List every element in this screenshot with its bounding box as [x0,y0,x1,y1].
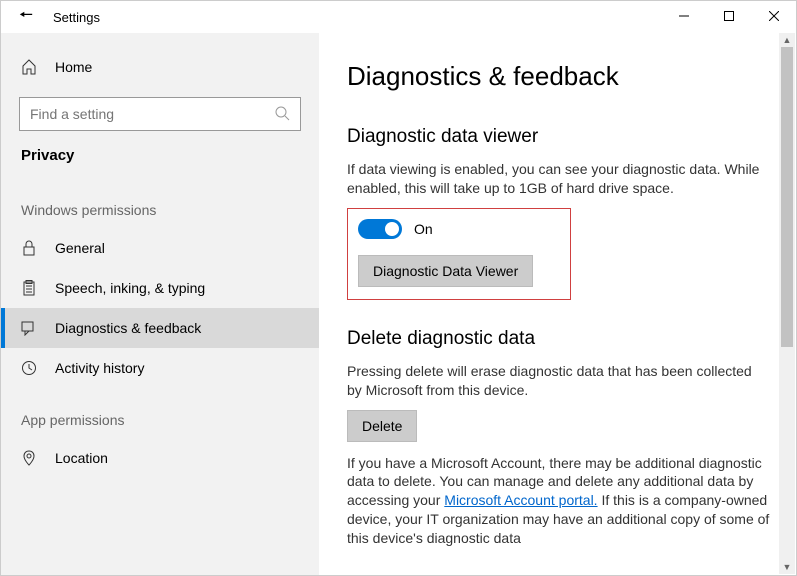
lock-icon [21,240,37,256]
page-title: Diagnostics & feedback [347,61,770,92]
maximize-button[interactable] [706,1,751,31]
account-portal-link[interactable]: Microsoft Account portal. [444,492,597,508]
sidebar-item-label: General [55,240,105,256]
sidebar-item-location[interactable]: Location [1,438,319,478]
history-icon [21,360,37,376]
sidebar-item-label: Speech, inking, & typing [55,280,205,296]
sidebar-item-activity[interactable]: Activity history [1,348,319,388]
minimize-button[interactable] [661,1,706,31]
sidebar-item-label: Activity history [55,360,144,376]
viewer-heading: Diagnostic data viewer [347,126,770,148]
highlight-box: On Diagnostic Data Viewer [347,208,571,300]
clipboard-icon [21,280,37,296]
delete-heading: Delete diagnostic data [347,328,770,350]
search-input[interactable] [30,106,274,122]
window-title: Settings [53,10,100,25]
home-label: Home [55,59,92,75]
group-app-permissions: App permissions [1,388,319,438]
title-bar: 🠔 Settings [1,1,796,33]
group-windows-permissions: Windows permissions [1,178,319,228]
sidebar-item-label: Diagnostics & feedback [55,320,201,336]
sidebar: Home Privacy Windows permissions General… [1,33,319,575]
viewer-toggle[interactable] [358,219,402,239]
sidebar-item-label: Location [55,450,108,466]
scrollbar-thumb[interactable] [781,47,793,347]
scrollbar[interactable]: ▲ ▼ [779,33,795,574]
location-icon [21,450,37,466]
back-button[interactable]: 🠔 [19,4,33,31]
delete-button[interactable]: Delete [347,410,417,442]
home-button[interactable]: Home [1,51,319,83]
sidebar-item-speech[interactable]: Speech, inking, & typing [1,268,319,308]
category-label: Privacy [1,147,319,178]
main-content: Diagnostics & feedback Diagnostic data v… [319,33,796,575]
close-button[interactable] [751,1,796,31]
home-icon [21,59,37,75]
sidebar-item-diagnostics[interactable]: Diagnostics & feedback [1,308,319,348]
scroll-up-arrow[interactable]: ▲ [779,33,795,47]
viewer-description: If data viewing is enabled, you can see … [347,160,770,198]
feedback-icon [21,320,37,336]
toggle-label: On [414,221,433,237]
sidebar-item-general[interactable]: General [1,228,319,268]
toggle-knob [385,222,399,236]
search-icon [274,105,290,124]
delete-description: Pressing delete will erase diagnostic da… [347,362,770,400]
diagnostic-data-viewer-button[interactable]: Diagnostic Data Viewer [358,255,533,287]
scroll-down-arrow[interactable]: ▼ [779,560,795,574]
search-box[interactable] [19,97,301,131]
delete-footer: If you have a Microsoft Account, there m… [347,454,770,548]
